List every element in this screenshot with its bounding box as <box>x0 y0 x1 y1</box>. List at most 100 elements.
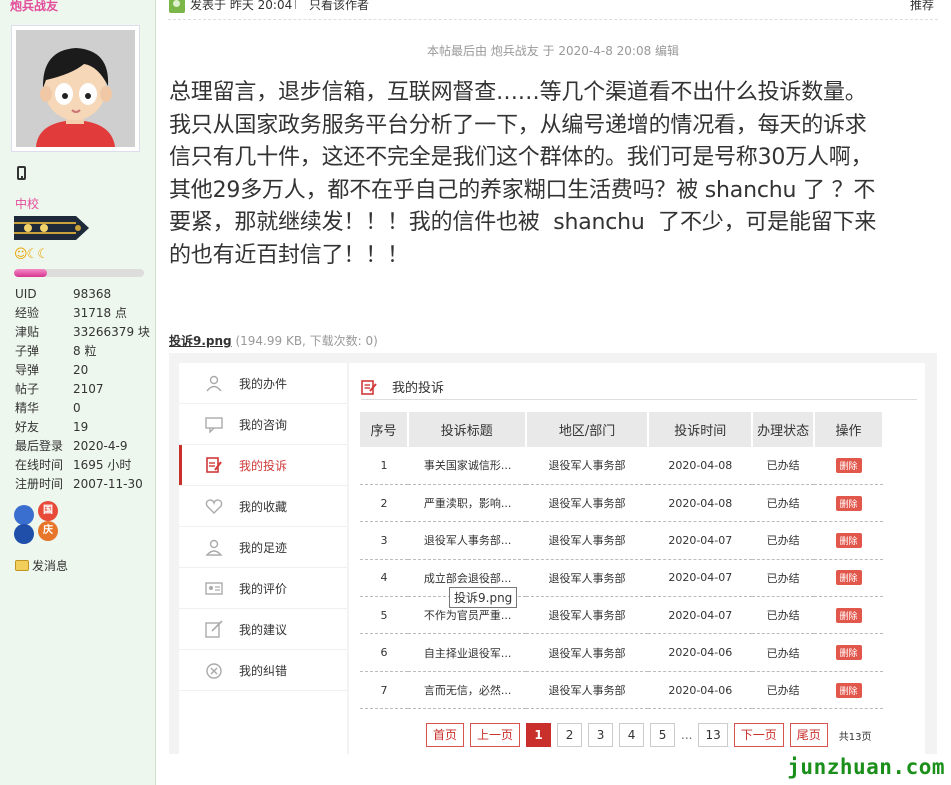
stat-row: 子弹 8 粒 <box>15 342 150 361</box>
status: 已办结 <box>752 633 815 672</box>
stat-label: 导弹 <box>15 363 40 377</box>
menu-item-label: 我的投诉 <box>239 458 288 473</box>
next-page-button[interactable]: 下一页 <box>733 723 784 747</box>
complaint-title[interactable]: 事关国家诚信形... <box>407 447 526 485</box>
stat-value: 19 <box>73 420 89 434</box>
page-total: 共13页 <box>838 731 872 743</box>
level-smiley-icons: ☺☾☾ <box>14 247 49 262</box>
complaint-site-menu: 我的办件我的咨询我的投诉我的收藏 我的足迹我的评价我的建议我的纠错 <box>179 363 347 754</box>
menu-item-8[interactable]: 我的纠错 <box>179 650 347 691</box>
complaint-title[interactable]: 言而无信，必然... <box>407 671 526 710</box>
table-row: 5 不作为官员严重... 退役军人事务部 2020-04-07 已办结 删除 <box>360 596 883 635</box>
send-message-link[interactable]: 发消息 <box>15 557 68 574</box>
mobile-icon <box>17 166 26 180</box>
medal-icon <box>14 524 34 544</box>
column-header: 投诉标题 <box>407 412 527 447</box>
page-button-3[interactable]: 3 <box>588 723 614 747</box>
complaint-title[interactable]: 自主择业退役军... <box>407 633 526 672</box>
attachment-link[interactable]: 投诉9.png <box>169 334 232 348</box>
title-divider <box>361 399 917 400</box>
prev-page-button[interactable]: 上一页 <box>470 723 521 747</box>
stat-value: 2007-11-30 <box>73 477 143 491</box>
menu-item-1[interactable]: 我的办件 <box>179 363 347 404</box>
only-author-link[interactable]: 只看该作者 <box>309 0 369 13</box>
complaint-date: 2020-04-07 <box>648 596 753 635</box>
row-index: 4 <box>360 559 408 598</box>
page-button-1[interactable]: 1 <box>526 723 552 747</box>
site-watermark: junzhuan.com <box>787 755 945 779</box>
row-index: 7 <box>360 671 408 710</box>
post-meta-bar: 发表于 昨天 20:04 只看该作者 推荐 <box>168 0 938 20</box>
column-header: 投诉时间 <box>648 412 754 447</box>
level-progress-fill <box>14 269 47 277</box>
page-button-2[interactable]: 2 <box>557 723 583 747</box>
post-body-line: 要紧，那就继续发！！！我的信件也被 shanchu 了不少，可是能留下来 <box>169 210 877 235</box>
table-header-row: 序号 投诉标题 地区/部门 投诉时间 办理状态 操作 <box>360 412 884 447</box>
end-page-button[interactable]: 尾页 <box>789 723 828 747</box>
delete-button[interactable]: 删除 <box>835 645 862 661</box>
table-row: 4 成立部会退役部... 退役军人事务部 2020-04-07 已办结 删除 <box>360 559 883 598</box>
stat-value: 2020-4-9 <box>73 439 128 453</box>
stat-row: 帖子 2107 <box>15 380 150 399</box>
menu-item-label: 我的纠错 <box>239 663 288 678</box>
divider <box>295 0 296 9</box>
delete-button[interactable]: 删除 <box>835 532 862 548</box>
stat-label: UID <box>15 287 37 301</box>
page-button-4[interactable]: 4 <box>619 723 645 747</box>
page-button-5[interactable]: 5 <box>650 723 676 747</box>
delete-button[interactable]: 删除 <box>835 570 862 586</box>
stat-row: 导弹 20 <box>15 361 150 380</box>
id-card-icon <box>204 579 224 597</box>
stat-value: 31718 点 <box>73 306 127 320</box>
delete-button[interactable]: 删除 <box>835 457 862 473</box>
image-tooltip: 投诉9.png <box>449 587 518 608</box>
stat-label: 津贴 <box>15 325 40 339</box>
column-header: 操作 <box>814 412 884 447</box>
operation-cell: 删除 <box>814 633 883 672</box>
edit-note: 本帖最后由 炮兵战友 于 2020-4-8 20:08 编辑 <box>426 44 680 58</box>
operation-cell: 删除 <box>814 559 883 598</box>
post-body-line: 我只从国家政务服务平台分析了一下，从编号递增的情况看，每天的诉求 <box>169 112 867 138</box>
author-name[interactable]: 炮兵战友 <box>10 0 58 14</box>
menu-item-4[interactable]: 我的收藏 <box>179 486 347 527</box>
status: 已办结 <box>752 521 815 560</box>
post-body-line: 信只有几十件，这还不完全是我们这个群体的。我们可是号称30万人啊， <box>169 145 873 170</box>
stat-label: 在线时间 <box>15 458 64 472</box>
complaint-icon <box>204 456 224 474</box>
medal-qing-icon: 庆 <box>38 521 58 541</box>
menu-item-2[interactable]: 我的咨询 <box>179 404 347 445</box>
menu-item-3[interactable]: 我的投诉 <box>179 445 347 486</box>
complaint-title[interactable]: 严重渎职，影响... <box>407 484 526 523</box>
recommend-link[interactable]: 推荐 <box>910 0 934 13</box>
table-row: 6 自主择业退役军... 退役军人事务部 2020-04-06 已办结 删除 <box>360 633 883 672</box>
menu-item-6[interactable]: 我的评价 <box>179 568 347 609</box>
row-index: 1 <box>360 447 408 485</box>
complaint-date: 2020-04-07 <box>648 559 753 598</box>
first-page-button[interactable]: 首页 <box>426 723 465 747</box>
delete-button[interactable]: 删除 <box>835 607 862 623</box>
operation-cell: 删除 <box>814 671 883 710</box>
department: 退役军人事务部 <box>525 447 649 485</box>
stat-row: 精华 0 <box>15 399 150 418</box>
operation-cell: 删除 <box>814 521 883 560</box>
pagination: 首页 上一页 1 2 3 4 5... 13 下一页 尾页 共13页 <box>426 723 872 747</box>
panel-title-text: 我的投诉 <box>392 381 445 396</box>
online-status-icon <box>169 0 185 13</box>
department: 退役军人事务部 <box>525 559 649 598</box>
rank-badge-icon <box>14 216 89 240</box>
delete-button[interactable]: 删除 <box>835 682 862 698</box>
complaints-table: 序号 投诉标题 地区/部门 投诉时间 办理状态 操作 1 事关国家诚信形... 退役军人事务部… <box>360 412 884 710</box>
stat-row: 最后登录 2020-4-9 <box>15 437 150 456</box>
complaint-title[interactable]: 退役军人事务部... <box>407 521 526 560</box>
medal-icon <box>14 505 34 525</box>
avatar[interactable] <box>11 25 140 152</box>
menu-item-label: 我的评价 <box>239 581 288 596</box>
complaint-date: 2020-04-06 <box>648 633 753 672</box>
last-page-number-button[interactable]: 13 <box>698 723 728 747</box>
menu-item-7[interactable]: 我的建议 <box>179 609 347 650</box>
complaint-date: 2020-04-07 <box>648 521 753 560</box>
menu-item-5[interactable]: 我的足迹 <box>179 527 347 568</box>
attachment-image[interactable]: 我的办件 我的咨询 我的投诉 我的收藏 我的足迹 我的评价 我的建议 我的纠错 我的投诉 序号… <box>169 353 937 754</box>
menu-item-label: 我的办件 <box>239 376 288 391</box>
delete-button[interactable]: 删除 <box>835 495 862 511</box>
